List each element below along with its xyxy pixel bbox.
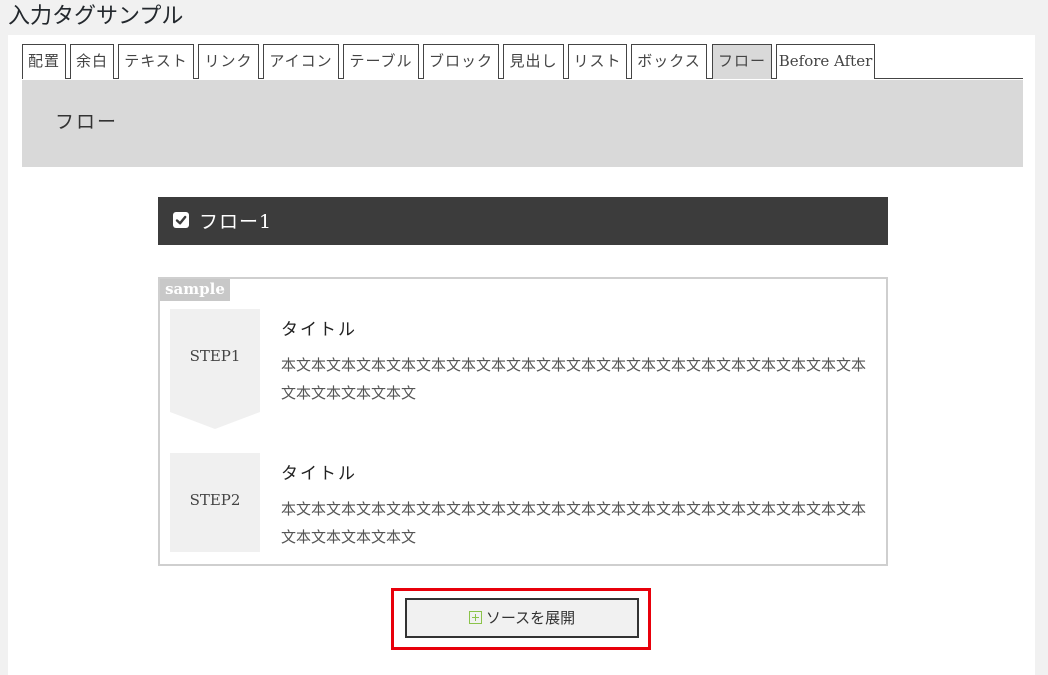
section-title: フロー xyxy=(55,111,119,133)
step-text: 本文本文本文本文本文本文本文本文本文本文本文本文本文本文本文本文本文本文本文本文… xyxy=(281,500,867,546)
step-title: タイトル xyxy=(281,320,357,340)
expand-source-label: ソースを展開 xyxy=(485,609,576,627)
tab-before-after[interactable]: Before After xyxy=(776,44,875,79)
step-label-box: STEP1 xyxy=(170,309,260,412)
flow-heading: フロー1 xyxy=(158,197,888,245)
tab-text[interactable]: テキスト xyxy=(118,44,194,79)
tab-link[interactable]: リンク xyxy=(198,44,259,79)
tab-list[interactable]: リスト xyxy=(568,44,627,79)
content-panel: 配置 余白 テキスト リンク アイコン テーブル ブロック 見出し リスト ボッ… xyxy=(8,35,1035,675)
step-label-box: STEP2 xyxy=(170,453,260,552)
section-header: フロー xyxy=(22,80,1023,167)
page-title: 入力タグサンプル xyxy=(8,4,184,29)
tab-flow[interactable]: フロー xyxy=(712,44,772,79)
step-title: タイトル xyxy=(281,464,357,484)
flow-heading-label: フロー1 xyxy=(199,211,273,233)
step-label: STEP2 xyxy=(189,491,241,509)
scrollbar[interactable] xyxy=(1035,0,1048,655)
tab-icon[interactable]: アイコン xyxy=(263,44,339,79)
checkbox-checked-icon xyxy=(173,212,189,228)
sample-box: sample STEP1 タイトル 本文本文本文本文本文本文本文本文本文本文本文… xyxy=(158,277,888,566)
sample-tag: sample xyxy=(160,279,230,301)
step-arrow xyxy=(170,412,260,429)
tab-margin[interactable]: 余白 xyxy=(70,44,114,79)
tab-heading[interactable]: 見出し xyxy=(503,44,564,79)
plus-square-icon xyxy=(468,611,482,624)
tab-box[interactable]: ボックス xyxy=(631,44,707,79)
tab-bar: 配置 余白 テキスト リンク アイコン テーブル ブロック 見出し リスト ボッ… xyxy=(22,44,1023,79)
tab-table[interactable]: テーブル xyxy=(343,44,419,79)
step-label: STEP1 xyxy=(189,347,241,365)
step-text: 本文本文本文本文本文本文本文本文本文本文本文本文本文本文本文本文本文本文本文本文… xyxy=(281,356,867,402)
tab-placement[interactable]: 配置 xyxy=(22,44,66,79)
tab-block[interactable]: ブロック xyxy=(423,44,499,79)
expand-source-button[interactable]: ソースを展開 xyxy=(405,598,639,638)
